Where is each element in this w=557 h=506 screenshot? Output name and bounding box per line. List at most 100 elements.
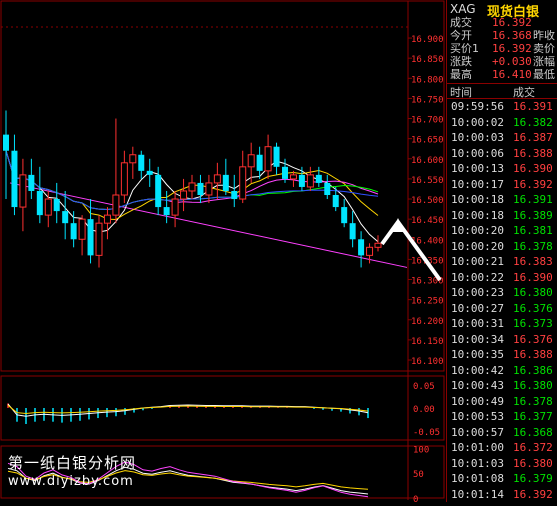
main-panel-frame xyxy=(0,0,445,372)
tick-row: 10:00:02 16.382 xyxy=(447,115,557,131)
quote-label: 最高 xyxy=(450,68,472,81)
candle-body-up xyxy=(44,198,52,216)
tick-time: 10:00:35 xyxy=(451,348,504,361)
ticks-header: 时间 成交 xyxy=(447,83,557,99)
tick-row: 10:00:22 16.390 xyxy=(447,270,557,286)
candle-body-down xyxy=(273,146,280,167)
candle-body-down xyxy=(11,150,18,208)
tick-price: 16.378 xyxy=(513,394,553,408)
candle-body-down xyxy=(28,174,35,191)
tick-price: 16.368 xyxy=(513,425,553,439)
candle-body-up xyxy=(129,154,137,164)
price-tick-label: 16.500 xyxy=(411,196,444,206)
tick-row: 10:01:03 16.380 xyxy=(447,456,557,472)
tick-row: 09:59:56 16.391 xyxy=(447,99,557,115)
candle-body-up xyxy=(374,242,382,248)
macd-panel-frame xyxy=(0,375,445,441)
tick-row: 10:00:34 16.376 xyxy=(447,332,557,348)
quote-row: 买价1 16.392 卖价 xyxy=(447,43,557,55)
candle-body-up xyxy=(188,182,196,192)
tick-price: 16.392 xyxy=(513,177,553,191)
watermark-url: www.diyizby.com xyxy=(8,474,134,489)
tick-row: 10:00:42 16.386 xyxy=(447,363,557,379)
candle-body-down xyxy=(222,174,229,191)
candle-body-down xyxy=(155,174,162,208)
tick-price: 16.383 xyxy=(513,255,553,268)
tick-time: 10:00:06 xyxy=(451,146,504,160)
candle-body-up xyxy=(112,194,120,216)
price-tick-label: 16.600 xyxy=(411,156,444,166)
quote-extra-label: 涨幅 xyxy=(533,56,555,68)
candle-body-down xyxy=(332,195,339,208)
price-tick-label: 16.700 xyxy=(411,116,444,126)
candle-body-up xyxy=(366,246,374,256)
candle-body-up xyxy=(264,146,272,172)
tick-time: 10:00:20 xyxy=(451,239,504,253)
tick-row: 10:00:23 16.380 xyxy=(447,285,557,301)
quote-label: 成交 xyxy=(450,16,472,29)
kline-chart-svg[interactable]: 16.900 16.850 16.800 16.750 16.700 16.650 16.6… xyxy=(0,0,445,505)
tick-time: 10:01:03 xyxy=(451,456,504,470)
candles xyxy=(3,110,382,268)
candle-body-down xyxy=(341,207,348,224)
tick-time: 09:59:56 xyxy=(451,100,504,113)
tick-row: 10:00:49 16.378 xyxy=(447,394,557,410)
tick-row: 10:00:17 16.392 xyxy=(447,177,557,193)
candle-body-down xyxy=(315,174,322,183)
tick-row: 10:00:18 16.391 xyxy=(447,192,557,208)
ticks-header-time: 时间 xyxy=(450,86,472,99)
candle-body-down xyxy=(53,199,60,212)
quote-row: 涨跌 +0.030 涨幅 xyxy=(447,56,557,68)
candle-body-up xyxy=(180,190,188,200)
candle-body-down xyxy=(70,223,77,240)
candle-body-down xyxy=(36,190,43,216)
quote-value: 16.368 xyxy=(492,29,532,42)
candle-body-down xyxy=(298,174,305,187)
tick-time: 10:00:22 xyxy=(451,270,504,284)
candle-body-down xyxy=(282,166,288,179)
watermark-title: 第一纸白银分析网 xyxy=(8,454,137,472)
kdj-tick-label: 0 xyxy=(413,495,418,502)
price-tick-label: 16.750 xyxy=(411,95,444,105)
candle-body-down xyxy=(146,170,153,175)
candle-body-down xyxy=(163,207,170,216)
tick-price: 16.388 xyxy=(513,348,553,361)
quote-extra-label: 昨收 xyxy=(533,30,555,42)
kdj-tick-label: 50 xyxy=(413,470,424,480)
kdj-tick-label: 100 xyxy=(413,445,429,455)
quote-row: 最高 16.410 最低 xyxy=(447,69,557,81)
tick-time: 10:00:03 xyxy=(451,131,504,144)
price-tick-label: 16.450 xyxy=(411,216,444,226)
tick-row: 10:00:13 16.390 xyxy=(447,161,557,177)
tick-time: 10:00:34 xyxy=(451,332,504,346)
tick-row: 10:00:20 16.381 xyxy=(447,223,557,239)
tick-price: 16.391 xyxy=(513,193,553,206)
quote-label: 今开 xyxy=(450,29,472,42)
kline-chart-area[interactable]: 16.900 16.850 16.800 16.750 16.700 16.650 16.6… xyxy=(0,0,445,505)
quote-sidebar: XAG 现货白银 成交 16.392 今开 16.368 昨收 买价1 16.392 卖价 涨跌… xyxy=(446,0,557,502)
tick-time: 10:00:17 xyxy=(451,177,504,191)
tick-row: 10:00:20 16.378 xyxy=(447,239,557,255)
candle-body-up xyxy=(171,198,179,216)
tick-time: 10:00:13 xyxy=(451,162,504,175)
quote-label: 涨跌 xyxy=(450,55,472,68)
candle-body-up xyxy=(19,174,27,208)
tick-time: 10:00:20 xyxy=(451,224,504,237)
tick-price: 16.376 xyxy=(513,301,553,315)
tick-price: 16.390 xyxy=(513,270,553,284)
quote-value: +0.030 xyxy=(492,55,532,68)
price-tick-label: 16.150 xyxy=(411,337,444,347)
candle-body-up xyxy=(78,218,86,240)
tick-price: 16.376 xyxy=(513,332,553,346)
ticks-header-price: 成交 xyxy=(513,86,535,99)
tick-time: 10:00:57 xyxy=(451,425,504,439)
tick-time: 10:00:02 xyxy=(451,115,504,129)
quote-value: 16.410 xyxy=(492,68,532,81)
tick-time: 10:01:14 xyxy=(451,487,504,501)
annotation-arrows xyxy=(380,218,442,282)
quote-row: 今开 16.368 昨收 xyxy=(447,30,557,42)
macd-panel xyxy=(7,403,369,424)
candle-body-up xyxy=(247,154,255,168)
tick-price: 16.372 xyxy=(513,441,553,454)
candle-body-down xyxy=(62,211,69,224)
